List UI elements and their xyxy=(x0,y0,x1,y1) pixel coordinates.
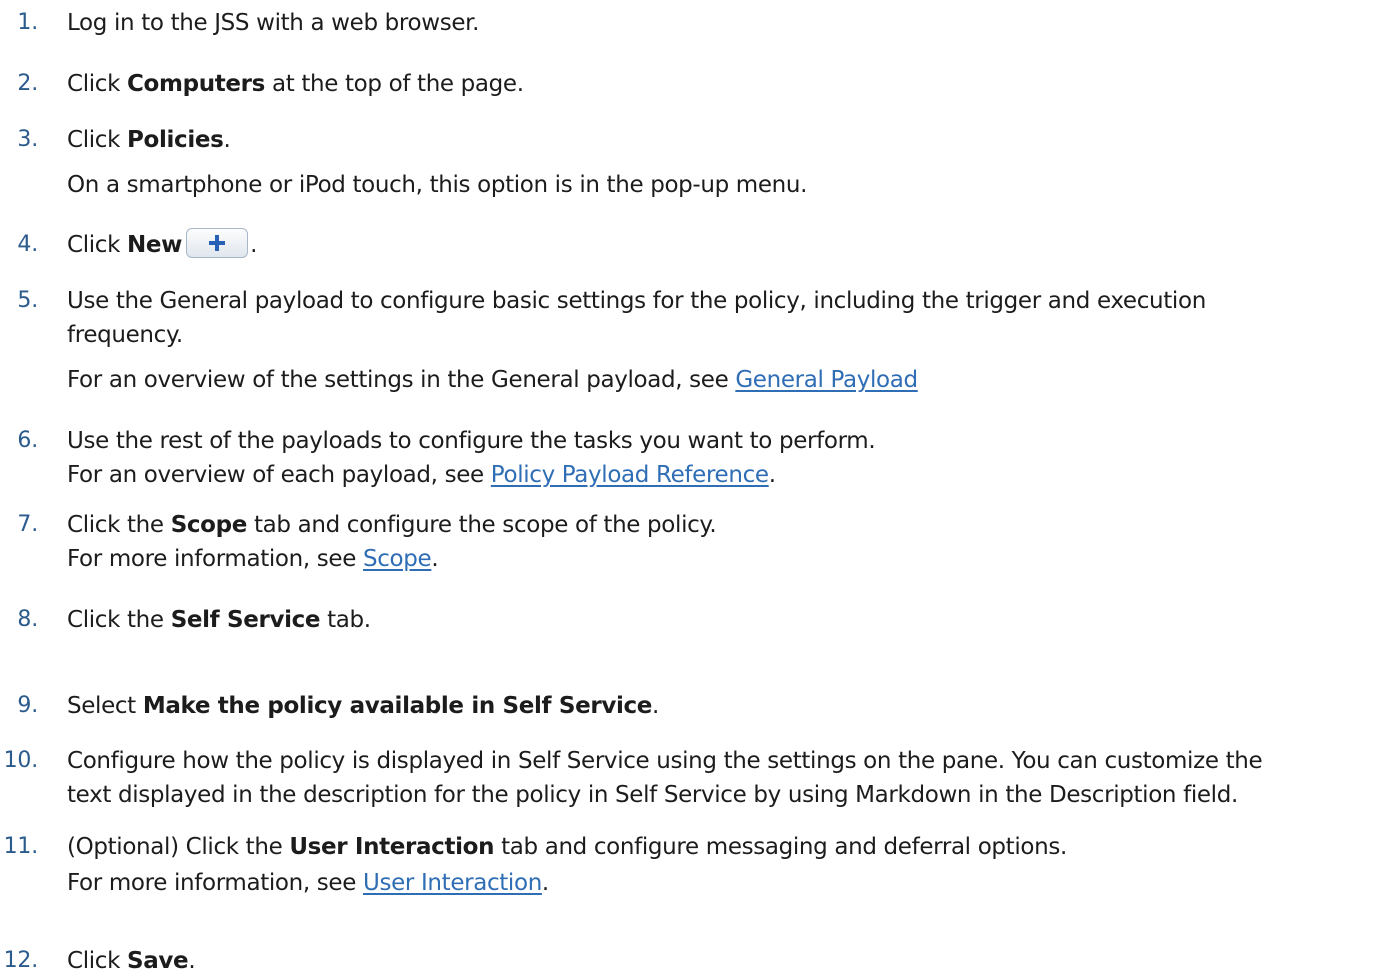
step-text: Click the Scope tab and configure the sc… xyxy=(67,508,1367,542)
ui-term: Make the policy available in Self Servic… xyxy=(142,693,653,719)
step-number: 5. xyxy=(17,288,38,313)
text-segment: . xyxy=(431,546,439,572)
step-number: 1. xyxy=(17,10,38,35)
step-text-line: frequency. xyxy=(67,322,183,348)
link-user-interaction[interactable]: User Interaction xyxy=(363,870,542,896)
step-text: Click New. xyxy=(67,227,1367,262)
step-text: Use the rest of the payloads to configur… xyxy=(67,428,876,454)
text-segment: . xyxy=(768,462,776,488)
ui-term: User Interaction xyxy=(289,834,495,860)
ui-term: New xyxy=(127,232,183,258)
text-segment: (Optional) Click the xyxy=(67,834,290,860)
step-note: On a smartphone or iPod touch, this opti… xyxy=(67,172,808,198)
step-number: 11. xyxy=(3,834,39,859)
text-segment: tab and configure the scope of the polic… xyxy=(247,512,717,538)
step-number: 9. xyxy=(17,693,38,718)
link-policy-payload-reference[interactable]: Policy Payload Reference xyxy=(491,462,769,488)
step-number: 3. xyxy=(17,127,38,152)
step-note: For an overview of the settings in the G… xyxy=(67,363,1367,397)
text-segment: . xyxy=(250,232,258,258)
step-text: Click Policies. xyxy=(67,123,1367,157)
ui-term: Scope xyxy=(170,512,248,538)
text-segment: Click the xyxy=(67,607,171,633)
step-text-line: text displayed in the description for th… xyxy=(67,782,1238,808)
text-segment: Click xyxy=(67,948,128,974)
text-segment: For more information, see xyxy=(67,546,363,572)
step-number: 10. xyxy=(3,748,39,773)
step-note: For more information, see User Interacti… xyxy=(67,866,1367,900)
text-segment: Click xyxy=(67,232,128,258)
ui-term: Computers xyxy=(127,71,265,97)
step-note: For more information, see Scope. xyxy=(67,542,1367,576)
text-segment: For an overview of the settings in the G… xyxy=(67,367,736,393)
text-segment: For more information, see xyxy=(67,870,363,896)
step-text: Click Computers at the top of the page. xyxy=(67,67,1367,101)
step-number: 7. xyxy=(17,512,38,537)
step-number: 6. xyxy=(17,428,38,453)
text-segment: Click the xyxy=(67,512,171,538)
new-button[interactable] xyxy=(186,227,249,258)
step-text-line: Configure how the policy is displayed in… xyxy=(67,748,1263,774)
step-number: 12. xyxy=(3,948,39,973)
step-number: 2. xyxy=(17,71,38,96)
step-text: (Optional) Click the User Interaction ta… xyxy=(67,830,1367,864)
step-text: Click Save. xyxy=(67,944,1367,978)
text-segment: . xyxy=(652,693,660,719)
text-segment: Click xyxy=(67,71,128,97)
ui-term: Policies xyxy=(127,127,224,153)
step-text-line: Use the General payload to configure bas… xyxy=(67,288,1206,314)
link-general-payload[interactable]: General Payload xyxy=(735,367,918,393)
procedure-steps-list: 1. Log in to the JSS with a web browser.… xyxy=(0,0,1377,974)
step-text: Click the Self Service tab. xyxy=(67,603,1367,637)
ui-term: Save xyxy=(127,948,189,974)
text-segment: . xyxy=(188,948,196,974)
text-segment: For an overview of each payload, see xyxy=(67,462,491,488)
text-segment: at the top of the page. xyxy=(265,71,524,97)
step-number: 8. xyxy=(17,607,38,632)
text-segment: tab. xyxy=(320,607,371,633)
plus-icon xyxy=(209,234,226,251)
text-segment: . xyxy=(223,127,231,153)
text-segment: . xyxy=(541,870,549,896)
step-number: 4. xyxy=(17,232,38,257)
text-segment: tab and configure messaging and deferral… xyxy=(494,834,1067,860)
step-text: Select Make the policy available in Self… xyxy=(67,689,1367,723)
link-scope[interactable]: Scope xyxy=(363,546,432,572)
step-text: Log in to the JSS with a web browser. xyxy=(67,10,480,36)
step-note: For an overview of each payload, see Pol… xyxy=(67,458,1367,492)
text-segment: Select xyxy=(67,693,143,719)
text-segment: Click xyxy=(67,127,128,153)
ui-term: Self Service xyxy=(170,607,321,633)
